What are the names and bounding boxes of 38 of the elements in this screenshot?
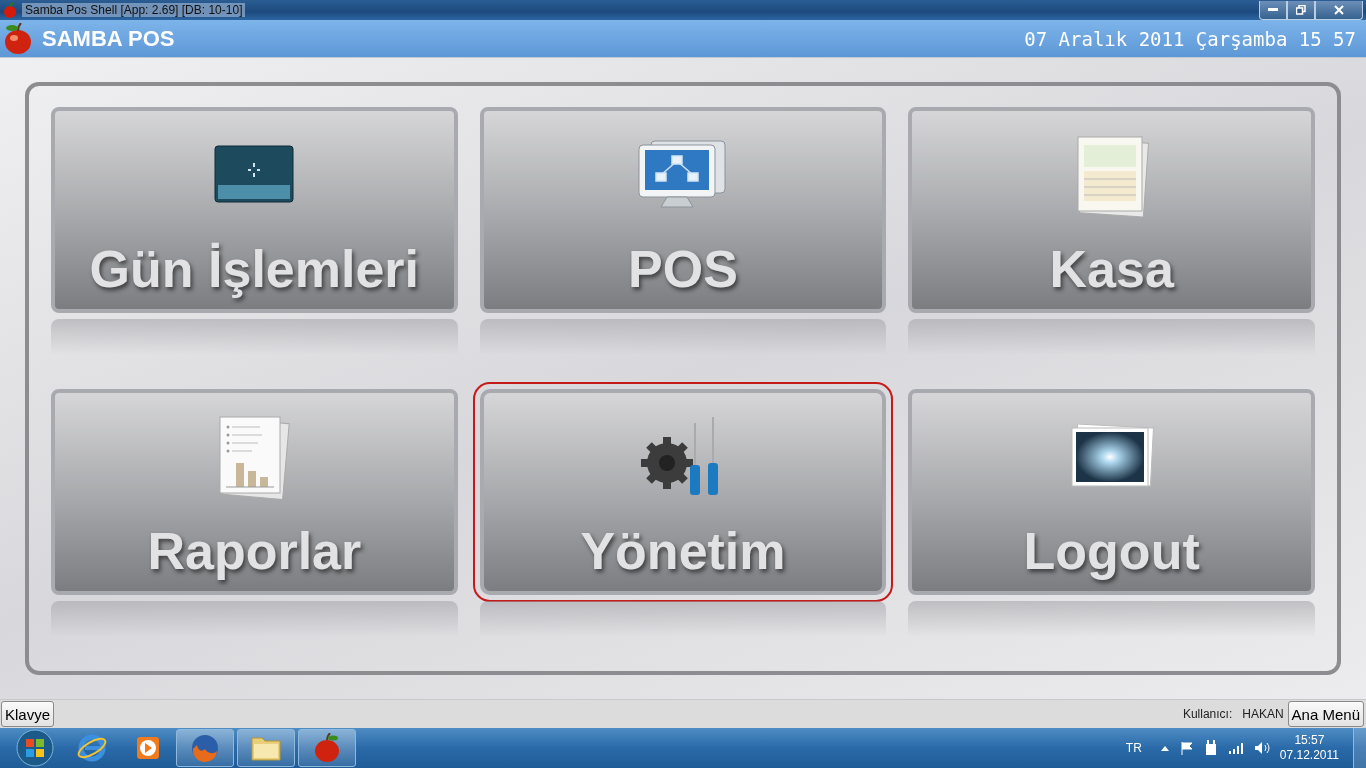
close-icon (1334, 4, 1344, 15)
clock-date: 07.12.2011 (1279, 748, 1339, 763)
apple-icon (4, 22, 32, 55)
date-time: 07 Aralık 2011 Çarşamba 15 57 (1024, 27, 1356, 50)
user-label: Kullanıcı: (1182, 707, 1233, 721)
menu-tile[interactable]: Raporlar (51, 389, 458, 596)
chevron-up-icon[interactable] (1159, 745, 1170, 751)
window-title: Samba Pos Shell [App: 2.69] [DB: 10-10] (22, 3, 246, 17)
menu-tile[interactable]: Kasa (908, 107, 1315, 314)
keyboard-button[interactable]: Klavye (1, 701, 55, 727)
power-plug-icon[interactable] (1203, 740, 1218, 756)
folder-icon (250, 734, 282, 762)
report-icon (216, 415, 293, 500)
speaker-icon[interactable] (1253, 741, 1270, 755)
clock-time: 15:57 (1294, 733, 1325, 748)
taskbar-button[interactable] (298, 729, 356, 767)
app-name: SAMBA POS (42, 25, 175, 52)
apple-icon (313, 733, 341, 763)
clock[interactable]: 15:57 07.12.2011 (1279, 733, 1339, 763)
minimize-button[interactable] (1259, 0, 1287, 20)
close-button[interactable] (1315, 0, 1363, 20)
restore-icon (1296, 4, 1306, 15)
play-icon[interactable] (135, 735, 161, 761)
signal-icon[interactable] (1227, 742, 1244, 754)
start-button[interactable] (15, 728, 55, 768)
menu-tile[interactable]: POS (479, 107, 887, 314)
menu-tile[interactable]: Gün İşlemleri (51, 107, 458, 314)
minimize-icon (1268, 7, 1278, 12)
display-panel-icon (214, 145, 295, 206)
apple-icon (2, 2, 18, 18)
user-name: HAKAN (1242, 707, 1284, 721)
menu-tile[interactable]: Logout (908, 389, 1315, 596)
language-indicator[interactable]: TR (1125, 741, 1142, 755)
restore-button[interactable] (1287, 0, 1315, 20)
main-menu-button[interactable]: Ana Menü (1287, 701, 1364, 727)
taskbar-button[interactable] (237, 729, 295, 767)
taskbar-button[interactable] (176, 729, 234, 767)
flag-icon[interactable] (1179, 741, 1194, 755)
